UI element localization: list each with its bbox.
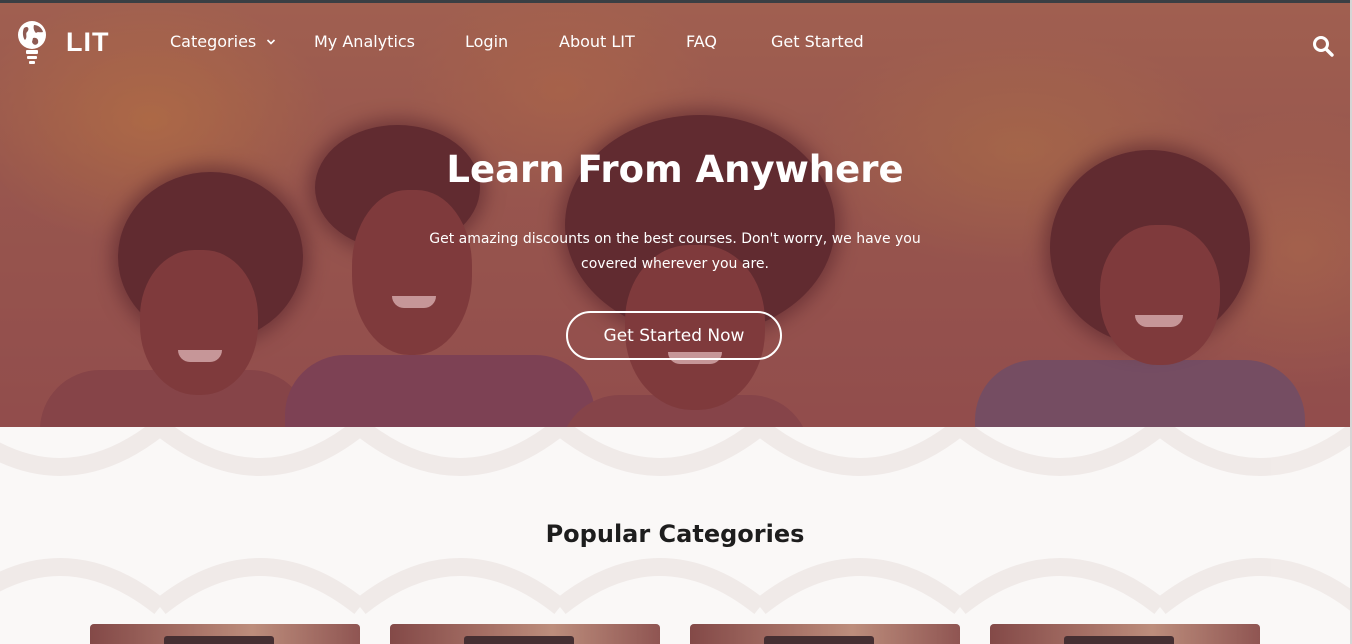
category-card[interactable] xyxy=(90,624,360,644)
nav-my-analytics[interactable]: My Analytics xyxy=(314,32,415,51)
get-started-now-button[interactable]: Get Started Now xyxy=(566,311,782,360)
popular-categories-title: Popular Categories xyxy=(545,520,805,548)
chevron-down-icon[interactable] xyxy=(266,37,276,47)
brand-name: LIT xyxy=(66,26,110,57)
nav-login[interactable]: Login xyxy=(465,32,508,51)
search-icon[interactable] xyxy=(1312,35,1334,57)
browser-top-edge xyxy=(0,0,1352,3)
main-navbar: LIT Categories My Analytics Login About … xyxy=(0,3,1352,79)
category-card[interactable] xyxy=(690,624,960,644)
hero-subtitle: Get amazing discounts on the best course… xyxy=(429,231,921,272)
nav-about[interactable]: About LIT xyxy=(559,32,635,51)
globe-bulb-icon xyxy=(18,21,46,64)
nav-categories[interactable]: Categories xyxy=(170,32,256,51)
nav-get-started[interactable]: Get Started xyxy=(771,32,864,51)
category-card[interactable] xyxy=(990,624,1260,644)
nav-faq[interactable]: FAQ xyxy=(686,32,717,51)
brand-logo[interactable]: LIT xyxy=(16,19,110,65)
hero-title: Learn From Anywhere xyxy=(446,148,904,191)
category-card[interactable] xyxy=(390,624,660,644)
